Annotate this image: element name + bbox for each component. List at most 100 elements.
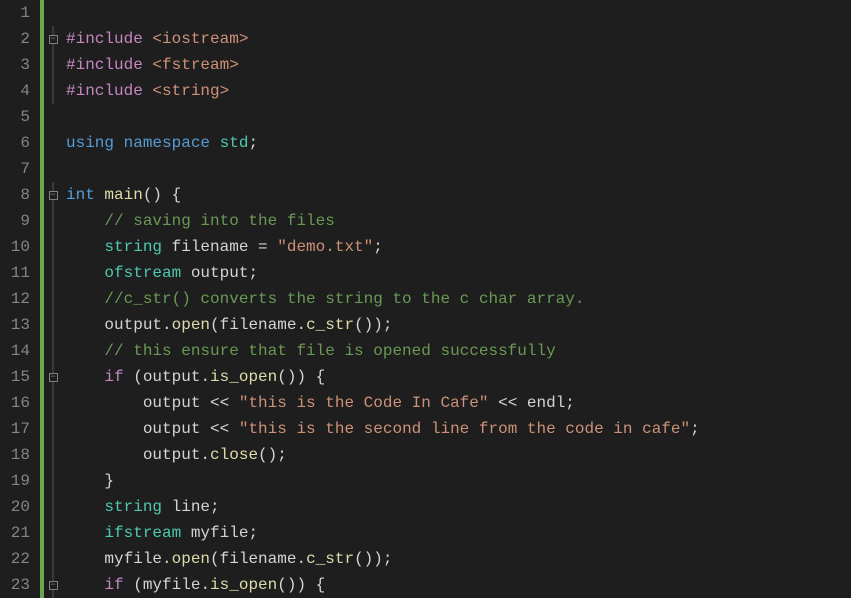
code-line[interactable]: output << "this is the second line from …: [66, 416, 851, 442]
code-line[interactable]: output << "this is the Code In Cafe" << …: [66, 390, 851, 416]
code-token: is_open: [210, 368, 277, 386]
code-token: "demo.txt": [277, 238, 373, 256]
code-token: open: [172, 316, 210, 334]
line-number: 7: [8, 156, 30, 182]
code-token: () {: [143, 186, 181, 204]
code-line[interactable]: using namespace std;: [66, 130, 851, 156]
code-token: filename: [220, 550, 297, 568]
line-number: 14: [8, 338, 30, 364]
code-token: [66, 264, 104, 282]
fold-row: [44, 52, 62, 78]
line-number: 18: [8, 442, 30, 468]
code-token: [66, 342, 104, 360]
code-line[interactable]: [66, 104, 851, 130]
code-line[interactable]: string filename = "demo.txt";: [66, 234, 851, 260]
fold-row: [44, 130, 62, 156]
code-line[interactable]: ofstream output;: [66, 260, 851, 286]
code-token: myfile: [104, 550, 162, 568]
code-token: ;: [248, 134, 258, 152]
line-number: 15: [8, 364, 30, 390]
code-token: ();: [258, 446, 287, 464]
code-line[interactable]: #include <fstream>: [66, 52, 851, 78]
code-token: (: [210, 550, 220, 568]
code-line[interactable]: #include <string>: [66, 78, 851, 104]
code-token: open: [172, 550, 210, 568]
code-token: endl: [527, 394, 565, 412]
code-token: if: [104, 576, 133, 594]
fold-row: −: [44, 26, 62, 52]
code-token: [66, 290, 104, 308]
fold-toggle-icon[interactable]: −: [49, 35, 58, 44]
fold-row: [44, 286, 62, 312]
code-token: ofstream: [104, 264, 190, 282]
line-number: 22: [8, 546, 30, 572]
code-line[interactable]: myfile.open(filename.c_str());: [66, 546, 851, 572]
code-token: output: [104, 316, 162, 334]
code-line[interactable]: output.open(filename.c_str());: [66, 312, 851, 338]
code-line[interactable]: // this ensure that file is opened succe…: [66, 338, 851, 364]
code-token: using: [66, 134, 124, 152]
code-token: namespace: [124, 134, 220, 152]
fold-row: [44, 338, 62, 364]
code-token: <iostream>: [152, 30, 248, 48]
code-line[interactable]: }: [66, 468, 851, 494]
code-token: .: [200, 446, 210, 464]
code-token: "this is the Code In Cafe": [239, 394, 489, 412]
code-line[interactable]: #include <iostream>: [66, 26, 851, 52]
fold-row: [44, 260, 62, 286]
fold-row: [44, 442, 62, 468]
code-token: int: [66, 186, 104, 204]
fold-row: [44, 104, 62, 130]
code-token: if: [104, 368, 133, 386]
code-token: [66, 368, 104, 386]
code-token: std: [220, 134, 249, 152]
code-token: [66, 550, 104, 568]
code-line[interactable]: // saving into the files: [66, 208, 851, 234]
fold-row: −: [44, 364, 62, 390]
code-token: (: [133, 576, 143, 594]
code-line[interactable]: output.close();: [66, 442, 851, 468]
code-token: output: [191, 264, 249, 282]
code-token: c_str: [306, 550, 354, 568]
code-token: .: [200, 368, 210, 386]
line-number: 13: [8, 312, 30, 338]
code-line[interactable]: //c_str() converts the string to the c c…: [66, 286, 851, 312]
code-token: .: [162, 550, 172, 568]
code-token: .: [296, 550, 306, 568]
code-token: [66, 498, 104, 516]
fold-toggle-icon[interactable]: −: [49, 581, 58, 590]
code-token: output: [143, 420, 210, 438]
line-number-gutter: 1234567891011121314151617181920212223: [0, 0, 40, 598]
code-line[interactable]: [66, 156, 851, 182]
line-number: 10: [8, 234, 30, 260]
fold-toggle-icon[interactable]: −: [49, 373, 58, 382]
fold-row: [44, 546, 62, 572]
code-token: //c_str() converts the string to the c c…: [104, 290, 584, 308]
code-token: output: [143, 368, 201, 386]
fold-row: [44, 416, 62, 442]
line-number: 4: [8, 78, 30, 104]
fold-row: [44, 312, 62, 338]
line-number: 11: [8, 260, 30, 286]
code-line[interactable]: if (myfile.is_open()) {: [66, 572, 851, 598]
code-token: ;: [690, 420, 700, 438]
code-line[interactable]: ifstream myfile;: [66, 520, 851, 546]
fold-row: [44, 234, 62, 260]
code-token: [66, 394, 143, 412]
code-token: (: [210, 316, 220, 334]
line-number: 2: [8, 26, 30, 52]
code-line[interactable]: int main() {: [66, 182, 851, 208]
code-line[interactable]: string line;: [66, 494, 851, 520]
fold-row: [44, 78, 62, 104]
code-token: ;: [210, 498, 220, 516]
code-token: ()) {: [277, 368, 325, 386]
code-line[interactable]: [66, 0, 851, 26]
code-token: ());: [354, 550, 392, 568]
fold-row: [44, 156, 62, 182]
fold-toggle-icon[interactable]: −: [49, 191, 58, 200]
code-area[interactable]: #include <iostream>#include <fstream>#in…: [62, 0, 851, 598]
code-editor[interactable]: 1234567891011121314151617181920212223 −−…: [0, 0, 851, 598]
fold-column[interactable]: − − − −: [44, 0, 62, 598]
code-line[interactable]: if (output.is_open()) {: [66, 364, 851, 390]
line-number: 5: [8, 104, 30, 130]
